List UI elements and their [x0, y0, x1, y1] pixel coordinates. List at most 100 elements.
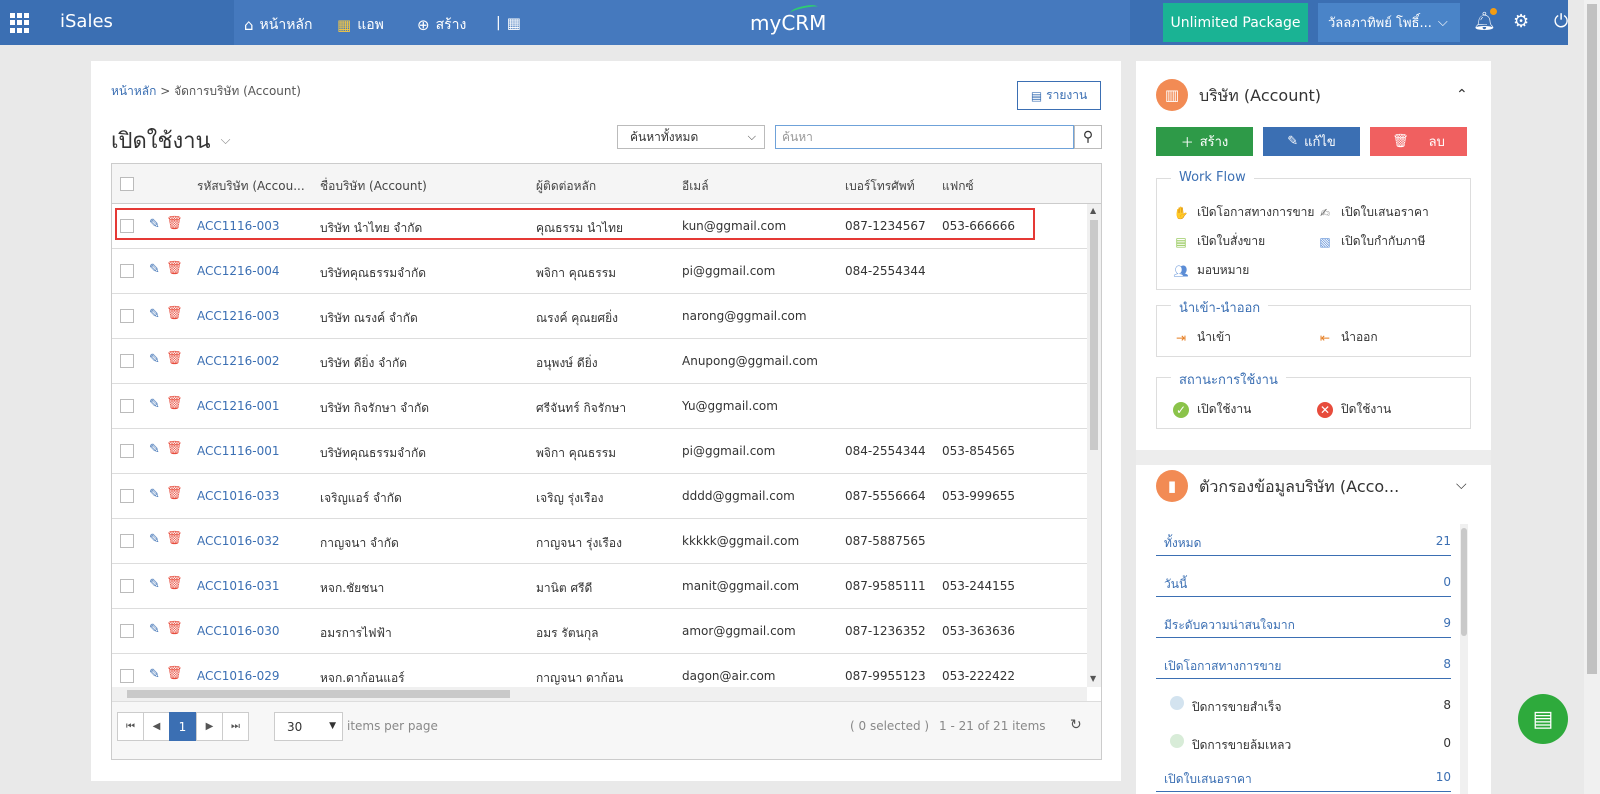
power-icon[interactable]: ⏻ — [1554, 11, 1568, 32]
refresh-icon[interactable]: ↻ — [1070, 717, 1082, 733]
row-checkbox[interactable] — [120, 264, 134, 278]
nav-apps[interactable]: ▦ แอพ — [337, 14, 384, 36]
table-row[interactable]: ✎ 🗑︎ ACC1016-031 หจก.ชัยชนา มานิต ศรีดี manit… — [112, 564, 1087, 609]
workflow-open-invoice[interactable]: ▧ เปิดใบกำกับภาษี — [1317, 232, 1425, 251]
gear-icon[interactable]: ⚙ — [1513, 11, 1529, 32]
table-row[interactable]: ✎ 🗑︎ ACC1016-030 อมรการไฟฟ้า อมร รัตนกุล amor… — [112, 609, 1087, 654]
edit-icon[interactable]: ✎ — [149, 532, 160, 547]
workflow-assign[interactable]: 👥︎ มอบหมาย — [1173, 261, 1249, 280]
brand-name[interactable]: iSales — [60, 11, 113, 32]
table-row[interactable]: ✎ 🗑︎ ACC1216-003 บริษัท ณรงค์ จำกัด ณรงค์ คุ… — [112, 294, 1087, 339]
cell-code[interactable]: ACC1016-031 — [197, 579, 280, 593]
col-code[interactable]: รหัสบริษัท (Accou... — [197, 177, 305, 196]
edit-icon[interactable]: ✎ — [149, 667, 160, 682]
nav-calendar[interactable]: | ▦ — [496, 14, 521, 32]
cell-code[interactable]: ACC1016-030 — [197, 624, 280, 638]
cell-code[interactable]: ACC1016-032 — [197, 534, 280, 548]
cell-code[interactable]: ACC1216-003 — [197, 309, 280, 323]
row-checkbox[interactable] — [120, 399, 134, 413]
status-inactive-button[interactable]: ✕ ปิดใช้งาน — [1317, 400, 1391, 419]
nav-create[interactable]: ⊕ สร้าง — [417, 14, 466, 36]
grid-horizontal-scrollbar[interactable] — [112, 687, 1087, 701]
table-row[interactable]: ✎ 🗑︎ ACC1016-032 กาญจนา จำกัด กาญจนา รุ่งเรื… — [112, 519, 1087, 564]
select-all-checkbox[interactable] — [120, 177, 134, 191]
filter-item[interactable]: เปิดใบเสนอราคา 10 — [1156, 751, 1451, 792]
search-input[interactable] — [775, 125, 1074, 149]
filter-scrollbar[interactable] — [1460, 524, 1468, 794]
row-checkbox[interactable] — [120, 309, 134, 323]
create-account-button[interactable]: ＋ สร้าง — [1156, 127, 1253, 156]
cell-code[interactable]: ACC1016-029 — [197, 669, 280, 683]
row-checkbox[interactable] — [120, 624, 134, 638]
edit-icon[interactable]: ✎ — [149, 442, 160, 457]
filter-item[interactable]: ทั้งหมด 21 — [1156, 515, 1451, 556]
filter-item[interactable]: เปิดโอกาสทางการขาย 8 — [1156, 638, 1451, 679]
trash-icon[interactable]: 🗑︎ — [166, 486, 183, 501]
edit-icon[interactable]: ✎ — [149, 622, 160, 637]
table-row[interactable]: ✎ 🗑︎ ACC1016-029 หจก.ดาก้อนแอร์ กาญจนา ดาก้อ… — [112, 654, 1087, 687]
cell-code[interactable]: ACC1116-003 — [197, 219, 280, 233]
row-checkbox[interactable] — [120, 534, 134, 548]
report-button[interactable]: ▤ รายงาน — [1017, 81, 1101, 110]
trash-icon[interactable]: 🗑︎ — [166, 621, 183, 636]
trash-icon[interactable]: 🗑︎ — [166, 306, 183, 321]
package-button[interactable]: Unlimited Package — [1163, 3, 1308, 42]
scroll-down-icon[interactable]: ▼ — [1090, 674, 1096, 683]
search-button[interactable]: ⚲ — [1074, 125, 1102, 149]
workflow-open-opportunity[interactable]: ✋ เปิดโอกาสทางการขาย — [1173, 203, 1315, 222]
window-scrollbar[interactable] — [1584, 0, 1600, 794]
status-active-button[interactable]: ✓ เปิดใช้งาน — [1173, 400, 1251, 419]
edit-icon[interactable]: ✎ — [149, 262, 160, 277]
row-checkbox[interactable] — [120, 489, 134, 503]
trash-icon[interactable]: 🗑︎ — [166, 666, 183, 681]
table-row[interactable]: ✎ 🗑︎ ACC1116-001 บริษัทคุณธรรมจำกัด พจิกา คุ… — [112, 429, 1087, 474]
filter-item[interactable]: มีระดับความน่าสนใจมาก 9 — [1156, 597, 1451, 638]
table-row[interactable]: ✎ 🗑︎ ACC1216-002 บริษัท ดียิ่ง จำกัด อนุพงษ์… — [112, 339, 1087, 384]
filter-sub-item[interactable]: ปิดการขายสำเร็จ 8 — [1156, 679, 1451, 720]
view-selector[interactable]: เปิดใช้งาน ⌵ — [111, 123, 230, 158]
row-checkbox[interactable] — [120, 444, 134, 458]
cell-code[interactable]: ACC1116-001 — [197, 444, 280, 458]
workflow-open-quotation[interactable]: ✍ เปิดใบเสนอราคา — [1317, 203, 1429, 222]
col-contact[interactable]: ผู้ติดต่อหลัก — [536, 177, 596, 196]
edit-icon[interactable]: ✎ — [149, 397, 160, 412]
apps-menu-icon[interactable] — [10, 13, 30, 33]
col-fax[interactable]: แฟกซ์ — [942, 177, 974, 196]
delete-account-button[interactable]: 🗑︎ ลบ — [1370, 127, 1467, 156]
table-row[interactable]: ✎ 🗑︎ ACC1216-001 บริษัท กิจรักษา จำกัด ศรีจั… — [112, 384, 1087, 429]
next-page-button[interactable]: ▶ — [196, 712, 223, 741]
trash-icon[interactable]: 🗑︎ — [166, 351, 183, 366]
search-scope-select[interactable]: ค้นหาทั้งหมด ⌵ — [617, 125, 765, 149]
edit-icon[interactable]: ✎ — [149, 307, 160, 322]
prev-page-button[interactable]: ◀ — [143, 712, 170, 741]
import-button[interactable]: ⇥ นำเข้า — [1173, 328, 1231, 347]
notes-fab-button[interactable]: ▤ — [1518, 694, 1568, 744]
export-button[interactable]: ⇤ นำออก — [1317, 328, 1378, 347]
edit-account-button[interactable]: ✎ แก้ไข — [1263, 127, 1360, 156]
nav-home[interactable]: ⌂ หน้าหลัก — [244, 14, 312, 36]
last-page-button[interactable]: ⏭ — [222, 712, 249, 741]
edit-icon[interactable]: ✎ — [149, 577, 160, 592]
edit-icon[interactable]: ✎ — [149, 487, 160, 502]
edit-icon[interactable]: ✎ — [149, 217, 160, 232]
trash-icon[interactable]: 🗑︎ — [166, 576, 183, 591]
edit-icon[interactable]: ✎ — [149, 352, 160, 367]
cell-code[interactable]: ACC1216-004 — [197, 264, 280, 278]
table-row[interactable]: ✎ 🗑︎ ACC1016-033 เจริญแอร์ จำกัด เจริญ รุ่งเ… — [112, 474, 1087, 519]
cell-code[interactable]: ACC1216-002 — [197, 354, 280, 368]
trash-icon[interactable]: 🗑︎ — [166, 216, 183, 231]
col-phone[interactable]: เบอร์โทรศัพท์ — [845, 177, 915, 196]
trash-icon[interactable]: 🗑︎ — [166, 531, 183, 546]
row-checkbox[interactable] — [120, 219, 134, 233]
chevron-up-icon[interactable]: ⌃ — [1456, 87, 1468, 103]
row-checkbox[interactable] — [120, 669, 134, 683]
col-email[interactable]: อีเมล์ — [682, 177, 709, 196]
first-page-button[interactable]: ⏮ — [117, 712, 144, 741]
row-checkbox[interactable] — [120, 354, 134, 368]
col-name[interactable]: ชื่อบริษัท (Account) — [320, 177, 427, 196]
per-page-select[interactable]: 30 ▼ — [274, 712, 343, 741]
cell-code[interactable]: ACC1216-001 — [197, 399, 280, 413]
user-menu[interactable]: วัลลภาทิพย์ โพธิ์... ⌵ — [1318, 3, 1460, 42]
trash-icon[interactable]: 🗑︎ — [166, 441, 183, 456]
trash-icon[interactable]: 🗑︎ — [166, 261, 183, 276]
